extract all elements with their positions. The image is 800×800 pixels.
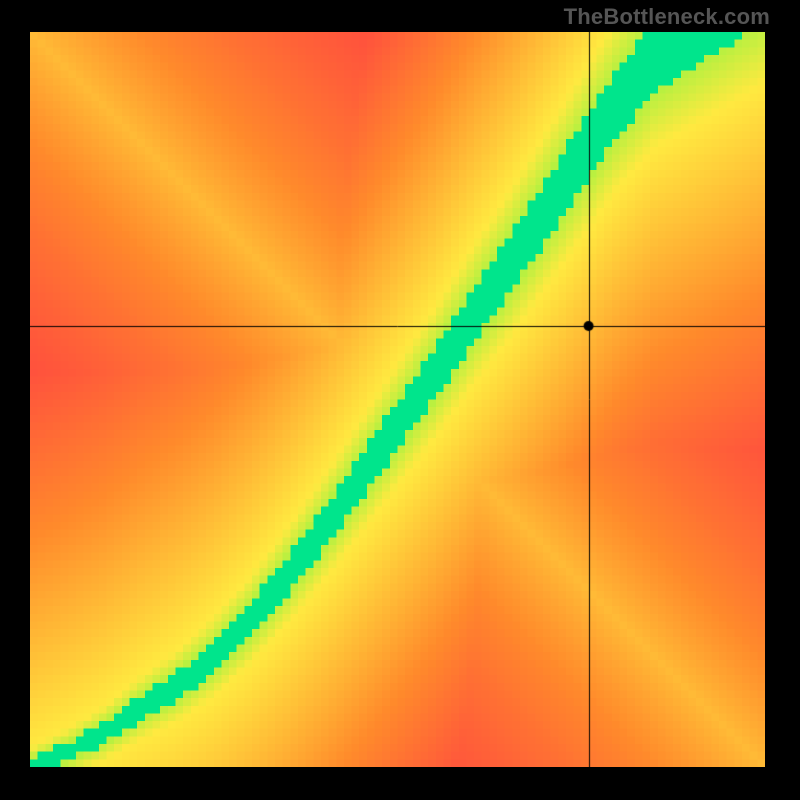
watermark-text: TheBottleneck.com	[564, 4, 770, 30]
chart-container: TheBottleneck.com	[0, 0, 800, 800]
heatmap-canvas	[30, 32, 765, 767]
